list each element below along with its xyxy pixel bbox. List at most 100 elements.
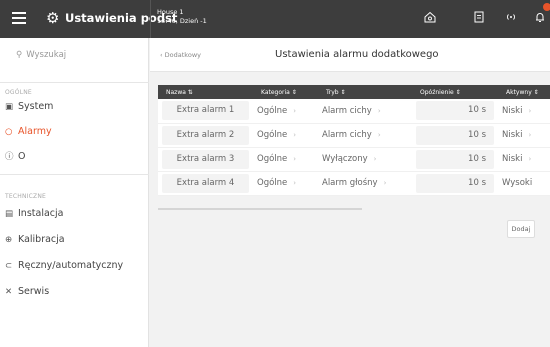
manual-auto-icon: ⊂ — [5, 261, 13, 271]
alarm-name-field[interactable]: Extra alarm 1 — [162, 101, 249, 121]
sidebar-item-o[interactable]: ⓘ O — [0, 146, 148, 167]
alarm-name-field[interactable]: Extra alarm 4 — [162, 173, 249, 193]
active-select[interactable]: Wysoki — [498, 171, 550, 196]
mode-select[interactable]: Alarm głośny › — [318, 171, 412, 196]
delay-field[interactable]: 10 s — [416, 101, 494, 121]
alarms-table: Nazwa ⇅ Kategoria ⇕ Tryb ⇕ Opóźnienie ⇕ … — [158, 85, 550, 196]
chevron-right-icon: › — [293, 131, 297, 139]
alarm-name-field[interactable]: Extra alarm 2 — [162, 125, 249, 145]
main-header: ‹ Dodatkowy Ustawienia alarmu dodatkoweg… — [150, 38, 550, 72]
search-placeholder: Wyszukaj — [26, 50, 67, 60]
section-label-technical: TECHNICZNE — [5, 193, 46, 200]
page-title: Ustawienia alarmu dodatkowego — [275, 49, 439, 60]
system-icon: ▣ — [5, 102, 14, 112]
table-row: Extra alarm 4 Ogólne › Alarm głośny › 10 s… — [158, 171, 550, 196]
delay-field[interactable]: 10 s — [416, 125, 494, 145]
column-header-name[interactable]: Nazwa ⇅ — [158, 85, 253, 99]
column-header-delay[interactable]: Opóźnienie ⇕ — [412, 85, 498, 99]
sidebar-item-label: System — [18, 101, 54, 112]
gear-icon: ⚙ — [46, 9, 60, 27]
category-value: Ogólne — [257, 105, 288, 116]
column-header-mode[interactable]: Tryb ⇕ — [318, 85, 412, 99]
back-label: Dodatkowy — [164, 51, 201, 59]
chevron-right-icon: › — [293, 106, 297, 115]
search-divider — [0, 82, 149, 83]
house-name: House 1 — [157, 8, 184, 16]
chevron-right-icon: › — [377, 106, 381, 115]
sidebar: ⚲ Wyszukaj OGÓLNE ▣ System ○ Alarmy ⓘ O TECH… — [0, 38, 149, 347]
hamburger-menu-icon[interactable] — [12, 12, 26, 24]
bell-icon[interactable] — [532, 10, 548, 26]
delay-field[interactable]: 10 s — [416, 149, 494, 169]
table-row: Extra alarm 2 Ogólne › Alarm cichy › 10 s … — [158, 123, 550, 148]
section-label-general: OGÓLNE — [5, 89, 32, 96]
sidebar-item-serwis[interactable]: ✕ Serwis — [0, 281, 148, 302]
category-value: Ogólne — [257, 178, 288, 188]
sidebar-item-label: O — [18, 151, 26, 162]
mode-select[interactable]: Wyłączony › — [318, 147, 412, 172]
mode-value: Alarm cichy — [322, 130, 372, 140]
installation-icon: ▤ — [5, 209, 14, 219]
info-icon: ⓘ — [5, 152, 14, 162]
search-input[interactable]: ⚲ Wyszukaj — [6, 46, 143, 64]
sidebar-item-label: Serwis — [18, 286, 50, 297]
category-select[interactable]: Ogólne › — [253, 123, 318, 148]
wifi-signal-icon[interactable] — [503, 10, 519, 26]
chevron-right-icon: › — [528, 106, 532, 115]
back-button[interactable]: ‹ Dodatkowy — [160, 51, 201, 59]
category-select[interactable]: Ogólne › — [253, 171, 318, 196]
sidebar-item-label: Instalacja — [18, 208, 64, 219]
chevron-right-icon: › — [293, 155, 297, 163]
delay-field[interactable]: 10 s — [416, 173, 494, 193]
sidebar-item-reczny-automatyczny[interactable]: ⊂ Ręczny/automatyczny — [0, 255, 148, 276]
horizontal-scrollbar[interactable] — [158, 208, 362, 210]
chevron-right-icon: › — [377, 131, 381, 139]
sidebar-item-label: Kalibracja — [18, 234, 65, 245]
chevron-right-icon: › — [528, 155, 532, 163]
mode-value: Wyłączony — [322, 154, 368, 164]
category-select[interactable]: Ogólne › — [253, 99, 318, 124]
divider — [150, 0, 151, 38]
mode-select[interactable]: Alarm cichy › — [318, 123, 412, 148]
category-select[interactable]: Ogólne › — [253, 147, 318, 172]
active-value: Niski — [502, 154, 523, 164]
category-value: Ogólne — [257, 130, 288, 140]
chevron-right-icon: › — [293, 179, 297, 187]
sidebar-item-label: Alarmy — [18, 126, 52, 137]
alarm-name-field[interactable]: Extra alarm 3 — [162, 149, 249, 169]
main-content: ‹ Dodatkowy Ustawienia alarmu dodatkoweg… — [150, 38, 550, 347]
datetime: 13:46, Dzień -1 — [157, 17, 207, 25]
sidebar-item-system[interactable]: ▣ System — [0, 96, 148, 117]
active-select[interactable]: Niski › — [498, 99, 550, 124]
alarm-icon: ○ — [5, 127, 13, 137]
search-icon: ⚲ — [16, 50, 23, 60]
active-select[interactable]: Niski › — [498, 123, 550, 148]
sidebar-item-instalacja[interactable]: ▤ Instalacja — [0, 203, 148, 224]
mode-select[interactable]: Alarm cichy › — [318, 99, 412, 124]
sidebar-item-label: Ręczny/automatyczny — [18, 260, 124, 271]
active-value: Niski — [502, 105, 523, 116]
calibration-icon: ⊕ — [5, 235, 13, 245]
house-info[interactable]: House 1 13:46, Dzień -1 — [157, 8, 207, 26]
column-header-active[interactable]: Aktywny ⇕ — [498, 85, 550, 99]
add-button[interactable]: Dodaj — [507, 220, 535, 238]
home-icon[interactable] — [422, 10, 438, 26]
active-value: Niski — [502, 130, 523, 140]
sidebar-item-kalibracja[interactable]: ⊕ Kalibracja — [0, 229, 148, 250]
top-bar: ⚙ Ustawienia podst House 1 13:46, Dzień … — [0, 0, 550, 38]
notification-badge — [543, 3, 550, 11]
chevron-right-icon: › — [383, 179, 387, 187]
mode-value: Alarm głośny — [322, 178, 378, 188]
table-row: Extra alarm 1 Ogólne › Alarm cichy › 10 s … — [158, 99, 550, 124]
category-value: Ogólne — [257, 154, 288, 164]
active-value: Wysoki — [502, 178, 533, 188]
sidebar-item-alarmy[interactable]: ○ Alarmy — [0, 121, 148, 142]
column-header-category[interactable]: Kategoria ⇕ — [253, 85, 318, 99]
chevron-right-icon: › — [528, 131, 532, 139]
clipboard-icon[interactable] — [471, 10, 487, 26]
mode-value: Alarm cichy — [322, 105, 372, 116]
chevron-right-icon: › — [373, 155, 377, 163]
service-icon: ✕ — [5, 287, 13, 297]
active-select[interactable]: Niski › — [498, 147, 550, 172]
table-row: Extra alarm 3 Ogólne › Wyłączony › 10 s Ni… — [158, 147, 550, 172]
